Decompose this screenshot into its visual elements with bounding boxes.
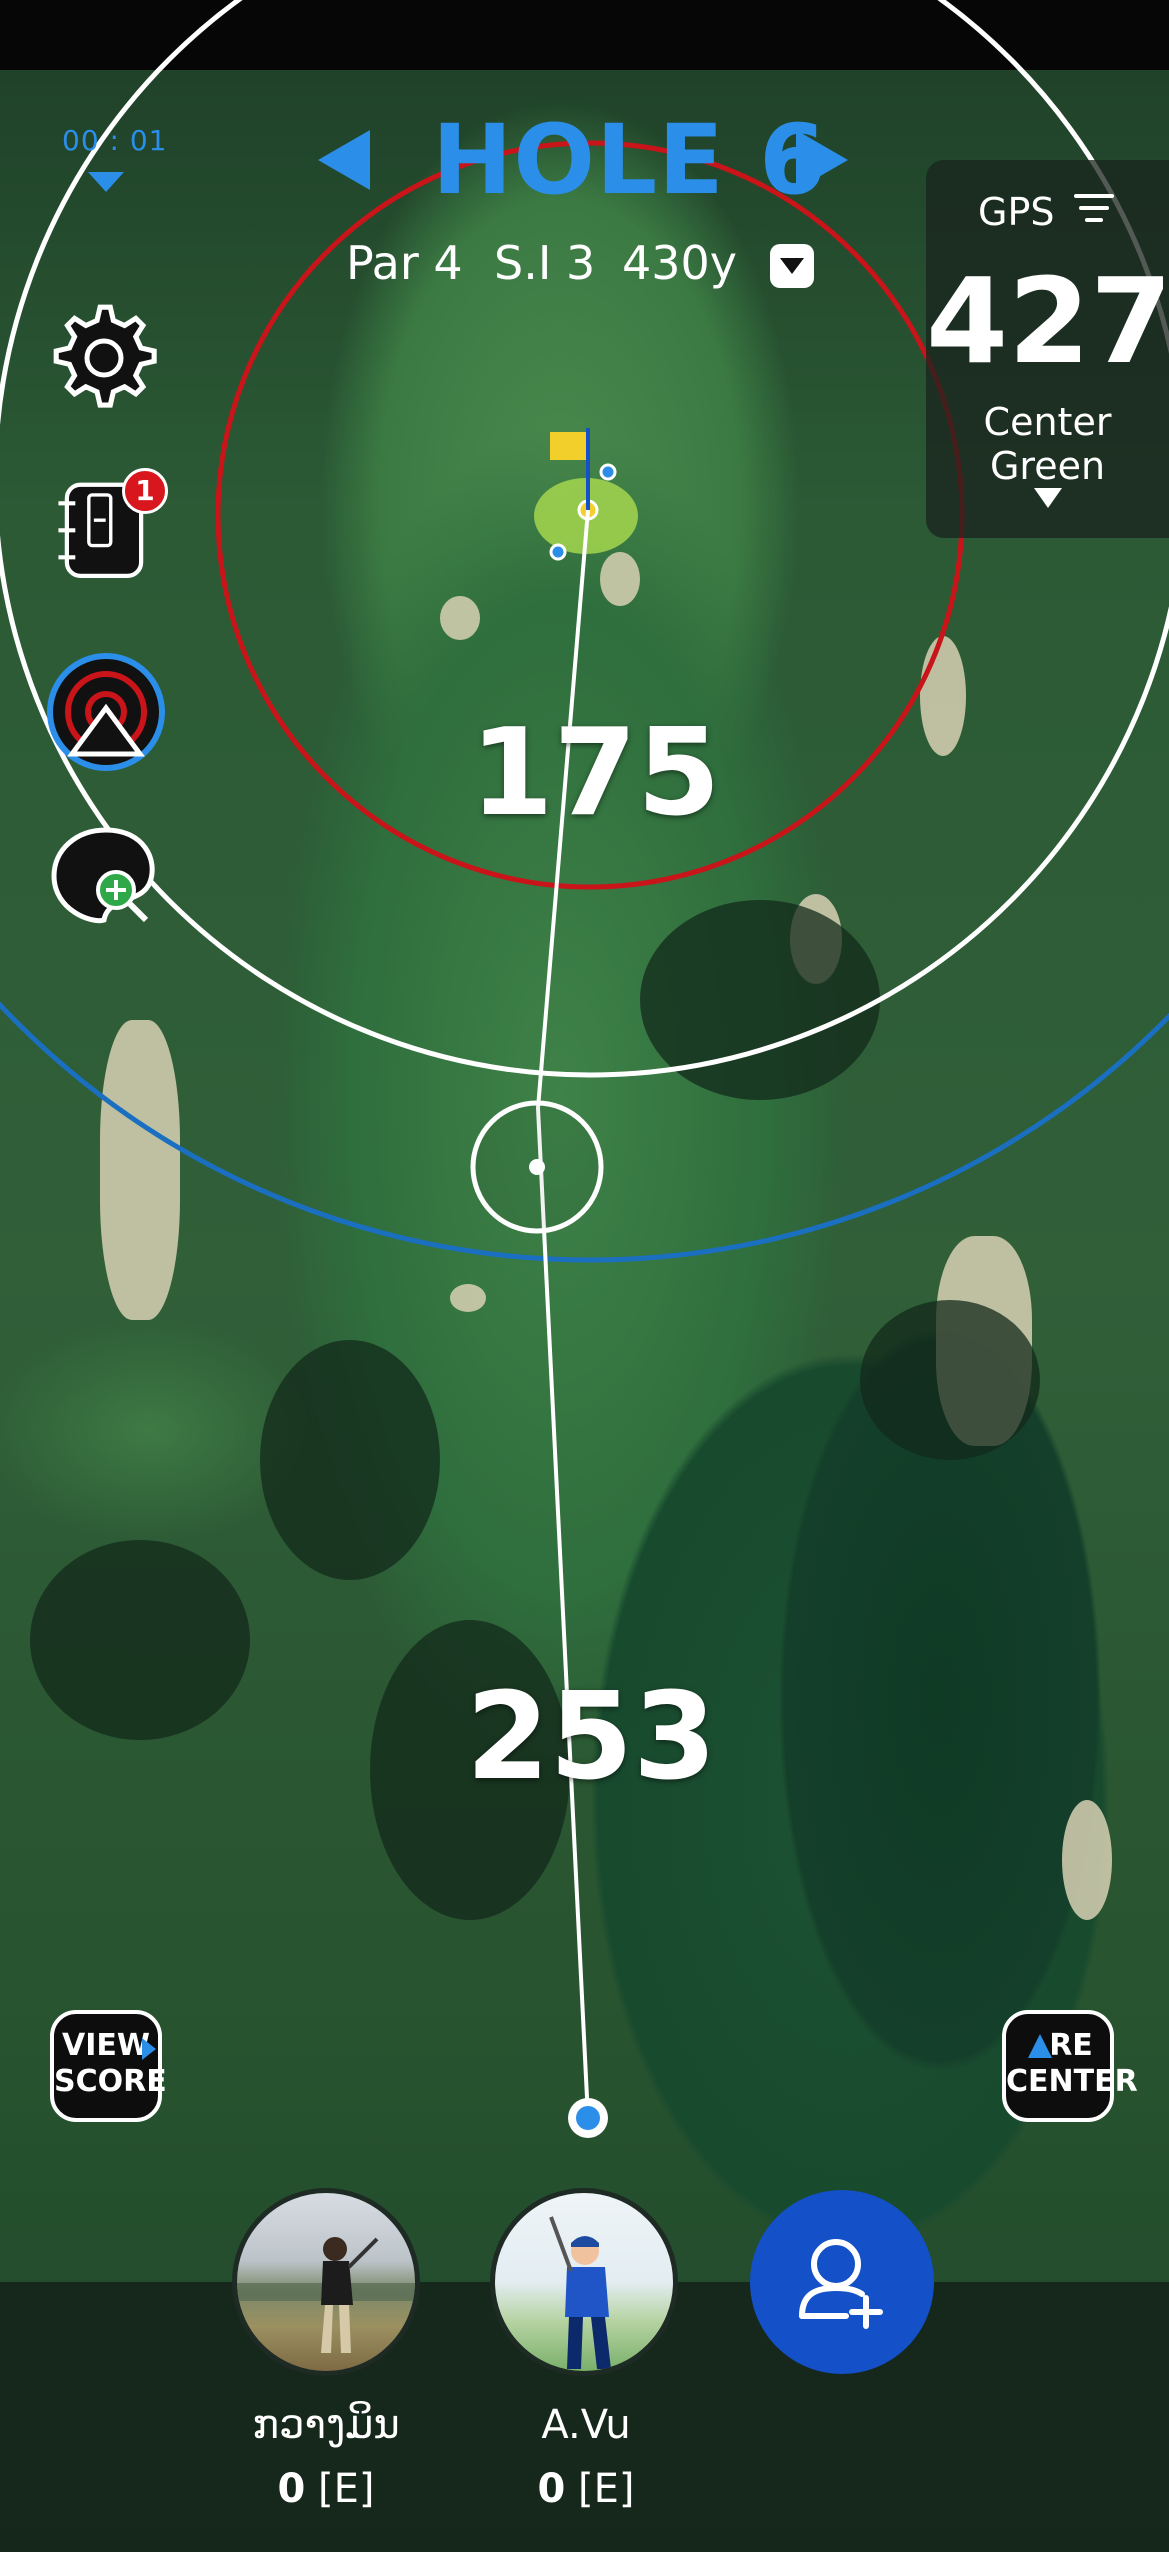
recenter-arrow-icon — [1028, 2034, 1052, 2058]
settings-gear-icon[interactable] — [50, 304, 158, 412]
gps-distance: 427 — [926, 252, 1169, 390]
timer-dropdown-icon[interactable] — [88, 172, 124, 192]
player-score-1: 0 [E] — [206, 2466, 446, 2512]
gps-label: GPS — [978, 190, 1055, 234]
player-avatar-1[interactable] — [232, 2188, 420, 2376]
zoom-green-icon[interactable] — [46, 820, 166, 940]
hole-stroke-index: S.I 3 — [494, 236, 596, 290]
view-score-label-line2: SCORE — [54, 2064, 167, 2099]
player-name-2: A.Vu — [541, 2402, 631, 2448]
recenter-label-line1: RE — [1049, 2028, 1093, 2063]
round-timer[interactable]: 00 : 01 — [62, 124, 168, 157]
add-user-icon — [799, 2239, 883, 2329]
recenter-label-line2: CENTER — [1006, 2064, 1138, 2099]
add-player-button[interactable] — [750, 2190, 934, 2374]
view-score-arrow-icon — [142, 2038, 156, 2060]
hole-title: HOLE 6 — [432, 104, 827, 216]
target-mode-icon[interactable] — [46, 652, 166, 772]
filter-icon[interactable] — [1074, 194, 1114, 228]
player-score-2: 0 [E] — [466, 2466, 706, 2512]
gps-target: Center Green — [983, 400, 1112, 488]
flag-icon — [550, 432, 586, 460]
player-name-1: ກວາງມິນ — [252, 2402, 400, 2448]
aim-point-dot — [529, 1159, 545, 1175]
player-to-par-1: [E] — [318, 2466, 375, 2512]
notes-badge: 1 — [122, 468, 168, 514]
next-hole-button[interactable] — [796, 130, 848, 190]
player-score-value-1: 0 — [277, 2466, 306, 2512]
recenter-button[interactable]: RE CENTER — [1002, 2010, 1138, 2122]
green-back-marker — [599, 463, 617, 481]
golfer-illustration-icon — [549, 2216, 611, 2369]
hole-info-dropdown-icon[interactable] — [770, 244, 814, 288]
gps-target-dropdown-icon[interactable] — [1034, 488, 1062, 508]
green-front-marker — [549, 543, 567, 561]
hole-par: Par 4 — [346, 236, 463, 290]
distance-to-green-label: 175 — [470, 704, 721, 843]
player-score-value-2: 0 — [537, 2466, 566, 2512]
previous-hole-button[interactable] — [318, 130, 370, 190]
view-score-button[interactable]: VIEW SCORE — [50, 2010, 167, 2122]
player-avatar-2[interactable] — [490, 2188, 678, 2376]
player-to-par-2: [E] — [578, 2466, 635, 2512]
hole-yardage: 430y — [622, 236, 738, 290]
distance-from-tee-label: 253 — [466, 1668, 717, 1807]
golfer-photo-icon — [237, 2237, 415, 2353]
